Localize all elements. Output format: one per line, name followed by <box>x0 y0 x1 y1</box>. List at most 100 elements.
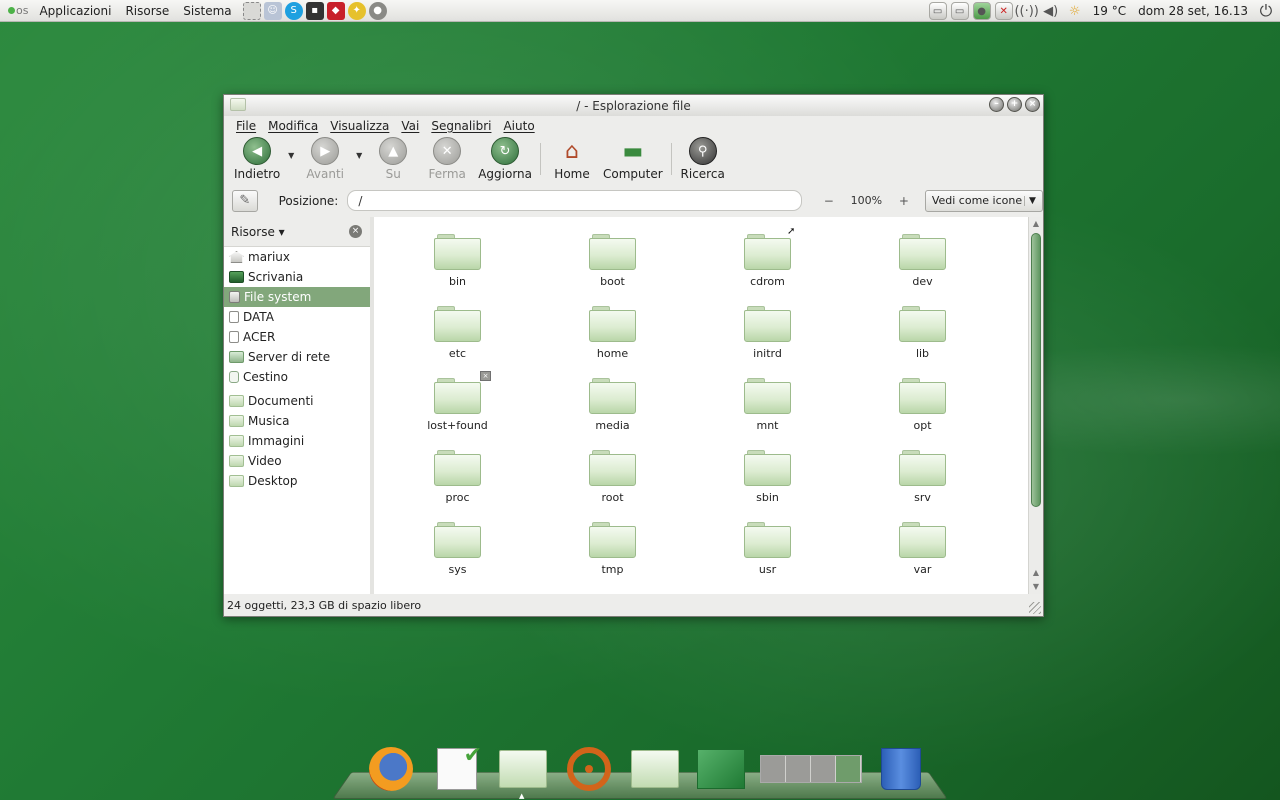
terminal-launcher-icon[interactable]: ▪ <box>305 1 324 20</box>
titlebar[interactable]: / - Esplorazione file – + × <box>224 95 1043 116</box>
location-toggle-button[interactable]: ✎ <box>232 189 258 212</box>
menu-sistema[interactable]: Sistema <box>176 4 238 18</box>
settings-launcher-icon[interactable]: ✦ <box>347 1 366 20</box>
sidebar-item-desktop[interactable]: Desktop <box>224 471 370 491</box>
scroll-down-icon[interactable]: ▲ <box>1029 566 1043 580</box>
sidebar-item-mariux[interactable]: mariux <box>224 247 370 267</box>
scroll-down-icon[interactable]: ▼ <box>1029 580 1043 594</box>
back-history-dropdown[interactable]: ▼ <box>284 151 298 160</box>
sidebar-item-musica[interactable]: Musica <box>224 411 370 431</box>
weather-icon[interactable]: ☼ <box>1065 2 1085 20</box>
workspace-1[interactable] <box>761 756 786 782</box>
close-button[interactable]: × <box>1025 97 1040 112</box>
menu-aiuto[interactable]: Aiuto <box>497 119 540 133</box>
up-button[interactable]: ▲ Su <box>366 137 420 181</box>
sidebar-item-video[interactable]: Video <box>224 451 370 471</box>
zoom-in-button[interactable]: + <box>897 194 911 208</box>
menu-segnalibri[interactable]: Segnalibri <box>425 119 497 133</box>
scroll-up-icon[interactable]: ▲ <box>1029 217 1043 231</box>
temperature[interactable]: 19 °C <box>1089 4 1130 18</box>
folder-item[interactable]: proc <box>380 449 535 521</box>
scroll-thumb[interactable] <box>1031 233 1041 507</box>
folder-item[interactable]: var <box>845 521 1000 593</box>
computer-button[interactable]: ▬ Computer <box>599 137 667 182</box>
sidebar-item-cestino[interactable]: Cestino <box>224 367 370 387</box>
dock-trash[interactable] <box>875 746 927 792</box>
menu-modifica[interactable]: Modifica <box>262 119 324 133</box>
search-button[interactable]: ⚲ Ricerca <box>676 137 730 181</box>
skype-launcher-icon[interactable]: S <box>284 1 303 20</box>
folder-item[interactable]: usr <box>690 521 845 593</box>
screenshot-launcher-icon[interactable] <box>242 1 261 20</box>
folder-item[interactable]: home <box>535 305 690 377</box>
minimize-button[interactable]: – <box>989 97 1004 112</box>
folder-item[interactable]: sys <box>380 521 535 593</box>
resize-grip-icon[interactable] <box>1029 602 1041 614</box>
folder-item[interactable]: dev <box>845 233 1000 305</box>
power-icon[interactable]: ⏻ <box>1256 1 1276 20</box>
clock[interactable]: dom 28 set, 16.13 <box>1134 4 1252 18</box>
folder-item[interactable]: mnt <box>690 377 845 449</box>
dock-text-editor[interactable] <box>431 743 483 792</box>
tray-applet-2-icon[interactable]: ▭ <box>950 2 969 20</box>
menu-vai[interactable]: Vai <box>395 119 425 133</box>
folder-item[interactable]: boot <box>535 233 690 305</box>
wireless-icon[interactable]: ((·)) <box>1014 2 1038 20</box>
tray-applet-3-icon[interactable]: ● <box>972 2 991 20</box>
menu-risorse[interactable]: Risorse <box>118 4 176 18</box>
folder-item[interactable]: cdrom <box>690 233 845 305</box>
back-button[interactable]: ◀ Indietro <box>230 137 284 181</box>
folder-item[interactable]: initrd <box>690 305 845 377</box>
sidebar-item-documenti[interactable]: Documenti <box>224 391 370 411</box>
sidebar-mode-select[interactable]: Risorse ▾ <box>231 225 285 239</box>
menu-file[interactable]: File <box>230 119 262 133</box>
maximize-button[interactable]: + <box>1007 97 1022 112</box>
users-launcher-icon[interactable]: ☺ <box>263 1 282 20</box>
menu-applicazioni[interactable]: Applicazioni <box>32 4 118 18</box>
workspace-4[interactable] <box>836 756 861 782</box>
dock-folder[interactable] <box>629 746 681 792</box>
folder-item[interactable]: media <box>535 377 690 449</box>
folder-item[interactable]: × lost+found <box>380 371 535 449</box>
dock-workspace-pager[interactable] <box>760 746 862 792</box>
dock-file-manager[interactable]: ▲ <box>497 746 549 800</box>
folder-item[interactable]: opt <box>845 377 1000 449</box>
folder-item[interactable]: tmp <box>535 521 690 593</box>
vertical-scrollbar[interactable]: ▲ ▲ ▼ <box>1028 217 1043 594</box>
forward-history-dropdown[interactable]: ▼ <box>352 151 366 160</box>
zoom-level[interactable]: 100% <box>848 194 885 207</box>
sidebar-item-scrivania[interactable]: Scrivania <box>224 267 370 287</box>
tray-applet-1-icon[interactable]: ▭ <box>928 2 947 20</box>
dock-wallpaper[interactable] <box>695 746 747 792</box>
sidebar-item-immagini[interactable]: Immagini <box>224 431 370 451</box>
menu-visualizza[interactable]: Visualizza <box>324 119 395 133</box>
stop-button[interactable]: ✕ Ferma <box>420 137 474 181</box>
folder-item[interactable]: etc <box>380 305 535 377</box>
folder-item[interactable]: root <box>535 449 690 521</box>
file-view[interactable]: ➚ bin boot cdrom dev etc home initrd lib × lost+f… <box>374 217 1043 594</box>
location-input[interactable] <box>347 190 802 211</box>
home-button[interactable]: ⌂ Home <box>545 137 599 182</box>
dock-ubuntu[interactable] <box>563 746 615 792</box>
folder-item[interactable]: sbin <box>690 449 845 521</box>
view-mode-select[interactable]: Vedi come icone ▼ <box>924 189 1044 212</box>
sidebar-item-data[interactable]: DATA <box>224 307 370 327</box>
folder-item[interactable]: bin <box>380 233 535 305</box>
zoom-out-button[interactable]: − <box>822 194 836 208</box>
sidebar-close-icon[interactable]: × <box>349 225 362 238</box>
sidebar-item-acer[interactable]: ACER <box>224 327 370 347</box>
sidebar-item-server-di-rete[interactable]: Server di rete <box>224 347 370 367</box>
forward-button[interactable]: ▶ Avanti <box>298 137 352 181</box>
bookmark-launcher-icon[interactable]: ◆ <box>326 1 345 20</box>
camera-launcher-icon[interactable]: ● <box>368 1 387 20</box>
sidebar-item-file-system[interactable]: File system <box>224 287 370 307</box>
workspace-2[interactable] <box>786 756 811 782</box>
tray-error-icon[interactable]: ✕ <box>994 2 1013 20</box>
folder-item[interactable]: lib <box>845 305 1000 377</box>
reload-button[interactable]: ↻ Aggiorna <box>474 137 536 181</box>
workspace-3[interactable] <box>811 756 836 782</box>
dock-firefox[interactable] <box>365 746 417 792</box>
distro-logo[interactable]: os <box>0 4 32 17</box>
volume-icon[interactable]: ◀) <box>1041 2 1061 20</box>
folder-item[interactable]: srv <box>845 449 1000 521</box>
